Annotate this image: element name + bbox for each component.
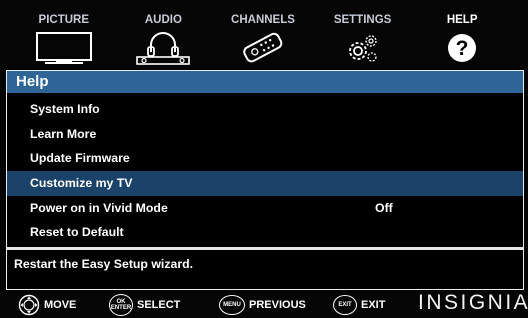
panel-title: Help: [7, 71, 523, 93]
question-icon: ?: [448, 34, 477, 62]
headphones-icon: [136, 32, 191, 65]
exit-label: EXIT: [361, 299, 386, 311]
previous-hint: MENU PREVIOUS: [219, 292, 306, 318]
menu-item-label: Update Firmware: [30, 151, 130, 166]
tab-help-label: HELP: [446, 14, 478, 26]
enter-text: ENTER: [110, 305, 132, 311]
tv-icon: [35, 32, 92, 64]
menu-item-customize-my-tv[interactable]: Customize my TV: [7, 171, 523, 196]
menu-item-power-on-vivid-mode[interactable]: Power on in Vivid Mode Off: [7, 196, 523, 221]
menu-item-label: Learn More: [30, 126, 97, 141]
tab-audio[interactable]: AUDIO: [114, 8, 214, 65]
svg-text:?: ?: [456, 37, 469, 60]
tab-picture[interactable]: PICTURE: [14, 8, 114, 64]
exit-button-icon: EXIT: [333, 295, 357, 315]
menu-item-reset-to-default[interactable]: Reset to Default: [7, 220, 523, 245]
select-hint: OK ENTER SELECT: [109, 292, 180, 318]
menu-tab-bar: PICTURE AUDIO CHANNELS SETTINGS HELP ?: [14, 8, 512, 65]
menu-item-label: System Info: [30, 102, 100, 116]
menu-item-value: Off: [375, 200, 393, 215]
exit-hint: EXIT EXIT: [333, 292, 385, 318]
menu-item-label: Power on in Vivid Mode: [30, 200, 168, 215]
previous-label: PREVIOUS: [249, 299, 306, 311]
menu-item-learn-more[interactable]: Learn More: [7, 122, 523, 147]
select-label: SELECT: [137, 299, 181, 311]
remote-icon: [243, 32, 283, 63]
menu-item-label: Reset to Default: [30, 225, 124, 240]
menu-item-update-firmware[interactable]: Update Firmware: [7, 146, 523, 171]
tab-help[interactable]: HELP ?: [412, 8, 512, 64]
tab-picture-label: PICTURE: [38, 14, 90, 26]
help-panel: Help System Info Learn More Update Firmw…: [6, 70, 524, 290]
brand-logo: INSIGNIA: [418, 291, 528, 314]
tab-settings[interactable]: SETTINGS: [313, 8, 413, 64]
tab-settings-label: SETTINGS: [333, 14, 392, 26]
tab-channels[interactable]: CHANNELS: [213, 8, 313, 64]
menu-list: System Info Learn More Update Firmware C…: [7, 97, 523, 245]
tab-audio-label: AUDIO: [144, 14, 182, 26]
tab-channels-label: CHANNELS: [231, 14, 295, 26]
menu-button-icon: MENU: [219, 295, 245, 315]
dpad-icon: [18, 294, 40, 316]
ok-enter-button-icon: OK ENTER: [109, 294, 133, 316]
move-hint: MOVE: [18, 292, 76, 318]
divider: [7, 247, 523, 250]
move-label: MOVE: [44, 299, 77, 311]
gears-icon: [348, 35, 377, 62]
menu-item-label: Customize my TV: [30, 176, 133, 191]
help-description: Restart the Easy Setup wizard.: [14, 257, 194, 271]
menu-item-system-info[interactable]: System Info: [7, 97, 523, 122]
